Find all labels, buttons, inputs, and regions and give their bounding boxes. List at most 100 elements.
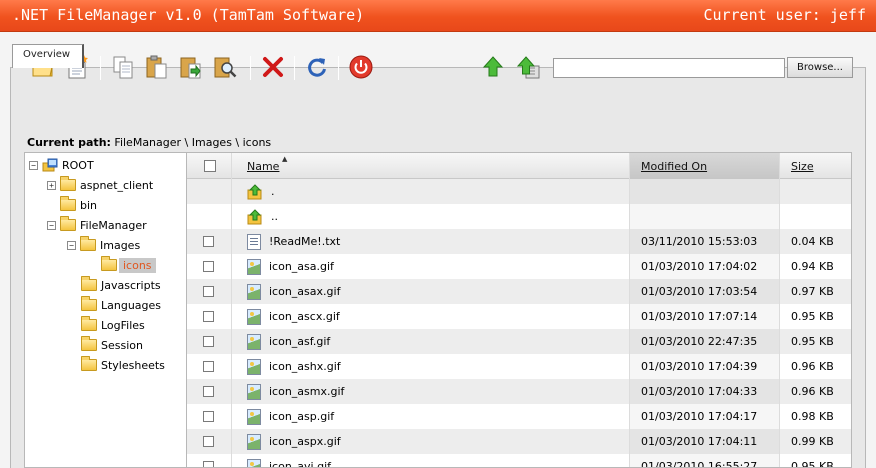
refresh-icon[interactable]	[304, 54, 330, 80]
row-checkbox[interactable]	[203, 336, 214, 347]
name-cell[interactable]: icon_asp.gif	[247, 404, 627, 429]
row-checkbox[interactable]	[203, 286, 214, 297]
paste-icon[interactable]	[144, 54, 170, 80]
tree-node-stylesheets[interactable]: Stylesheets	[81, 356, 165, 374]
table-row[interactable]: icon_asf.gif 01/03/2010 22:47:35 0.95 KB	[187, 329, 851, 354]
row-checkbox[interactable]	[203, 261, 214, 272]
table-row[interactable]: icon_asa.gif 01/03/2010 17:04:02 0.94 KB	[187, 254, 851, 279]
name-cell[interactable]: icon_ascx.gif	[247, 304, 627, 329]
table-row[interactable]: icon_asmx.gif 01/03/2010 17:04:33 0.96 KB	[187, 379, 851, 404]
checkbox-cell	[187, 204, 231, 229]
file-grid: ▲ Name Modified On Size ... !ReadMe!.txt 0…	[186, 152, 852, 468]
search-icon[interactable]	[212, 54, 238, 80]
image-file-icon	[247, 408, 261, 425]
modified-cell: 01/03/2010 16:55:27	[629, 454, 779, 467]
row-checkbox[interactable]	[203, 436, 214, 447]
name-cell[interactable]: icon_avi.gif	[247, 454, 627, 467]
name-cell[interactable]: icon_asax.gif	[247, 279, 627, 304]
size-cell	[779, 204, 851, 229]
file-name[interactable]: icon_ascx.gif	[269, 310, 340, 323]
file-name[interactable]: .	[271, 185, 275, 198]
file-size: 0.97 KB	[791, 285, 834, 298]
app-title: .NET FileManager v1.0 (TamTam Software)	[12, 6, 365, 24]
tree-node-images[interactable]: − Images	[67, 236, 140, 254]
file-name[interactable]: icon_avi.gif	[269, 460, 331, 467]
name-cell[interactable]: !ReadMe!.txt	[247, 229, 627, 254]
file-name[interactable]: !ReadMe!.txt	[269, 235, 340, 248]
row-checkbox[interactable]	[203, 461, 214, 467]
file-name[interactable]: icon_asa.gif	[269, 260, 334, 273]
tree-node-session[interactable]: Session	[81, 336, 143, 354]
collapse-icon[interactable]: −	[47, 220, 56, 230]
folder-icon	[81, 296, 97, 311]
file-name[interactable]: icon_ashx.gif	[269, 360, 341, 373]
tree-node-filemanager[interactable]: − FileManager	[47, 216, 147, 234]
upload-file-input[interactable]	[553, 58, 785, 78]
file-name[interactable]: ..	[271, 210, 278, 223]
file-name[interactable]: icon_asp.gif	[269, 410, 334, 423]
file-name[interactable]: icon_asmx.gif	[269, 385, 344, 398]
table-row[interactable]: icon_ashx.gif 01/03/2010 17:04:39 0.96 KB	[187, 354, 851, 379]
upload-zip-icon[interactable]	[516, 54, 542, 80]
tree-node-icons[interactable]: icons	[101, 256, 156, 274]
table-row[interactable]: icon_asp.gif 01/03/2010 17:04:17 0.98 KB	[187, 404, 851, 429]
table-row[interactable]: .	[187, 179, 851, 204]
image-file-icon	[247, 358, 261, 375]
tree-node-root[interactable]: − ROOT	[29, 156, 94, 174]
name-cell[interactable]: icon_ashx.gif	[247, 354, 627, 379]
folder-icon	[81, 316, 97, 331]
table-row[interactable]: icon_ascx.gif 01/03/2010 17:07:14 0.95 KB	[187, 304, 851, 329]
name-cell[interactable]: ..	[247, 204, 627, 229]
file-name[interactable]: icon_asax.gif	[269, 285, 340, 298]
modified-cell: 01/03/2010 17:04:17	[629, 404, 779, 429]
modified-date: 01/03/2010 17:03:54	[641, 285, 758, 298]
sort-by-size-link[interactable]: Size	[791, 160, 814, 173]
table-row[interactable]: icon_avi.gif 01/03/2010 16:55:27 0.95 KB	[187, 454, 851, 467]
browse-button[interactable]: Browse...	[787, 57, 853, 78]
tab-overview[interactable]: Overview	[12, 44, 84, 68]
sort-by-modified-link[interactable]: Modified On	[641, 160, 707, 173]
modified-cell: 01/03/2010 17:04:39	[629, 354, 779, 379]
select-all-checkbox[interactable]	[204, 160, 216, 172]
folder-open-icon	[101, 256, 117, 271]
row-checkbox[interactable]	[203, 311, 214, 322]
tree-node-logfiles[interactable]: LogFiles	[81, 316, 145, 334]
table-row[interactable]: ..	[187, 204, 851, 229]
current-path-value: FileManager \ Images \ icons	[114, 136, 272, 149]
file-name[interactable]: icon_aspx.gif	[269, 435, 341, 448]
sort-by-name-link[interactable]: Name	[247, 160, 279, 173]
folder-icon	[60, 176, 76, 191]
row-checkbox[interactable]	[203, 411, 214, 422]
name-cell[interactable]: icon_asf.gif	[247, 329, 627, 354]
table-row[interactable]: !ReadMe!.txt 03/11/2010 15:53:03 0.04 KB	[187, 229, 851, 254]
logout-icon[interactable]	[348, 54, 374, 80]
row-checkbox[interactable]	[203, 361, 214, 372]
row-checkbox[interactable]	[203, 386, 214, 397]
tree-node-javascripts[interactable]: Javascripts	[81, 276, 161, 294]
size-cell: 0.96 KB	[779, 354, 851, 379]
tree-node-languages[interactable]: Languages	[81, 296, 161, 314]
folder-icon	[60, 196, 76, 211]
tree-node-aspnet-client[interactable]: + aspnet_client	[47, 176, 153, 194]
copy-icon[interactable]	[110, 54, 136, 80]
name-cell[interactable]: icon_asmx.gif	[247, 379, 627, 404]
table-row[interactable]: icon_aspx.gif 01/03/2010 17:04:11 0.99 KB	[187, 429, 851, 454]
row-checkbox[interactable]	[203, 236, 214, 247]
name-cell[interactable]: .	[247, 179, 627, 204]
upload-icon[interactable]	[480, 54, 506, 80]
collapse-icon[interactable]: −	[67, 240, 76, 250]
tree-node-label: LogFiles	[101, 318, 145, 332]
size-cell: 0.96 KB	[779, 379, 851, 404]
name-cell[interactable]: icon_aspx.gif	[247, 429, 627, 454]
table-row[interactable]: icon_asax.gif 01/03/2010 17:03:54 0.97 KB	[187, 279, 851, 304]
move-icon[interactable]	[178, 54, 204, 80]
modified-cell: 01/03/2010 17:04:11	[629, 429, 779, 454]
collapse-icon[interactable]: −	[29, 160, 38, 170]
folder-open-icon	[60, 216, 76, 231]
delete-icon[interactable]	[260, 54, 286, 80]
expand-icon[interactable]: +	[47, 180, 56, 190]
file-name[interactable]: icon_asf.gif	[269, 335, 330, 348]
modified-cell: 01/03/2010 22:47:35	[629, 329, 779, 354]
tree-node-bin[interactable]: bin	[60, 196, 97, 214]
name-cell[interactable]: icon_asa.gif	[247, 254, 627, 279]
